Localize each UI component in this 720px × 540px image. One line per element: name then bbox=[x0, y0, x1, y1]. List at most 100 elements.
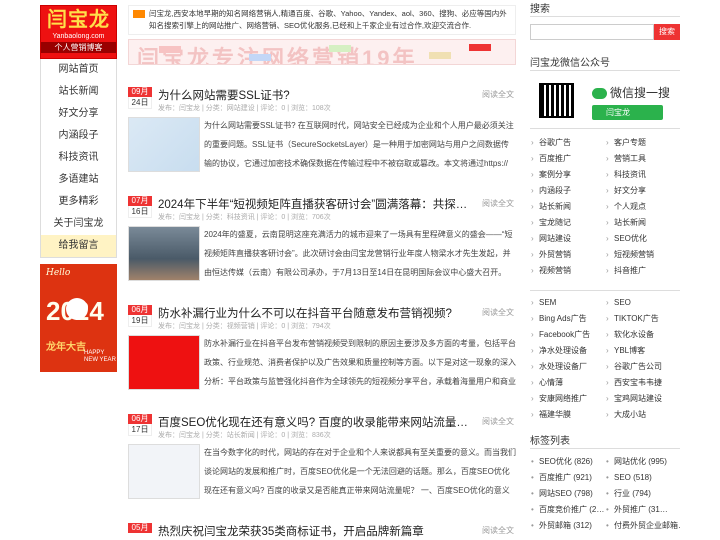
read-more-link[interactable]: 阅读全文 bbox=[482, 89, 514, 100]
article-title[interactable]: 2024年下半年“短视频矩阵直播获客研讨会”圆满落幕：共探互联网… bbox=[158, 196, 468, 212]
category-link[interactable]: 网站建设 bbox=[530, 231, 605, 247]
tag-link[interactable]: SEO (518) bbox=[605, 470, 680, 486]
friend-link[interactable]: 安康网络推广 bbox=[530, 391, 605, 407]
article-meta: 发布：闫宝龙 | 分类：网站建设 | 评论：0 | 浏览：108次 bbox=[158, 105, 331, 112]
wechat-search-text: 微信搜一搜 bbox=[610, 86, 671, 100]
friend-link[interactable]: TIKTOK广告 bbox=[605, 311, 680, 327]
article-meta: 发布：闫宝龙 | 分类：科技资讯 | 评论：0 | 浏览：706次 bbox=[158, 214, 331, 221]
nav-item-more[interactable]: 更多精彩 bbox=[41, 191, 116, 213]
search-button[interactable]: 搜索 bbox=[654, 24, 680, 40]
banner-tag-icon bbox=[429, 52, 451, 59]
announcement-icon bbox=[133, 10, 145, 18]
friend-link[interactable]: 谷歌广告公司 bbox=[605, 359, 680, 375]
category-link[interactable]: 科技资讯 bbox=[605, 167, 680, 183]
new-year-promo[interactable]: Hello 2024 龙年大吉 HAPPY NEW YEAR bbox=[40, 264, 117, 372]
friend-link[interactable]: 宝鸡网站建设 bbox=[605, 391, 680, 407]
friend-link[interactable]: 心情薄 bbox=[530, 375, 605, 391]
category-link[interactable]: 谷歌广告 bbox=[530, 135, 605, 151]
category-link[interactable]: 站长新闻 bbox=[530, 199, 605, 215]
read-more-link[interactable]: 阅读全文 bbox=[482, 307, 514, 318]
friend-link[interactable]: 大成小站 bbox=[605, 407, 680, 423]
friend-link[interactable]: 福建华膜 bbox=[530, 407, 605, 423]
article-title[interactable]: 为什么网站需要SSL证书? bbox=[158, 87, 468, 103]
article-excerpt: 为什么网站需要SSL证书? 在互联网时代，网站安全已经成为企业和个人用户最必须关… bbox=[204, 121, 514, 168]
article-thumbnail[interactable] bbox=[128, 117, 200, 172]
article-date: 07月 16日 bbox=[128, 196, 152, 218]
article-day: 19日 bbox=[128, 315, 152, 327]
left-sidebar: 闫宝龙 Yanbaolong.com 个人营销博客 网站首页 站长新闻 好文分享… bbox=[40, 5, 117, 372]
article-thumbnail[interactable] bbox=[128, 226, 200, 281]
tag-link[interactable]: 百度竞价推广 (2… bbox=[530, 502, 605, 518]
search-input[interactable] bbox=[530, 24, 654, 40]
category-link[interactable]: 短视频营销 bbox=[605, 247, 680, 263]
nav-item-news[interactable]: 站长新闻 bbox=[41, 81, 116, 103]
article-title[interactable]: 防水补漏行业为什么不可以在抖音平台随意发布营销视频? bbox=[158, 305, 468, 321]
category-link[interactable]: 案例分享 bbox=[530, 167, 605, 183]
nav-item-message[interactable]: 给我留言 bbox=[41, 235, 116, 257]
category-link[interactable]: 好文分享 bbox=[605, 183, 680, 199]
tag-link[interactable]: 网站SEO (798) bbox=[530, 486, 605, 502]
category-link[interactable]: 百度推广 bbox=[530, 151, 605, 167]
article-month: 05月 bbox=[128, 523, 152, 533]
friend-link[interactable]: 软化水设备 bbox=[605, 327, 680, 343]
wechat-icon bbox=[592, 88, 607, 100]
banner-tag-icon bbox=[159, 46, 181, 53]
article-meta: 发布：闫宝龙 | 分类：站长新闻 | 评论：0 | 浏览：836次 bbox=[158, 432, 331, 439]
search-heading: 搜索 bbox=[530, 0, 680, 17]
tag-link[interactable]: 百度推广 (921) bbox=[530, 470, 605, 486]
read-more-link[interactable]: 阅读全文 bbox=[482, 198, 514, 209]
category-link[interactable]: 内涵段子 bbox=[530, 183, 605, 199]
friend-link[interactable]: SEM bbox=[530, 295, 605, 311]
article-thumbnail[interactable] bbox=[128, 444, 200, 499]
tag-link[interactable]: 外贸邮箱 (312) bbox=[530, 518, 605, 534]
friend-link[interactable]: 净水处理设备 bbox=[530, 343, 605, 359]
tag-link[interactable]: SEO优化 (826) bbox=[530, 454, 605, 470]
article-day: 16日 bbox=[128, 206, 152, 218]
category-link[interactable]: 宝龙随记 bbox=[530, 215, 605, 231]
article-title[interactable]: 热烈庆祝闫宝龙荣获35类商标证书，开启品牌新篇章 bbox=[158, 523, 468, 539]
category-link[interactable]: SEO优化 bbox=[605, 231, 680, 247]
wechat-section: 闫宝龙微信公众号 微信搜一搜 闫宝龙 bbox=[530, 54, 680, 134]
nav-item-tech[interactable]: 科技资讯 bbox=[41, 147, 116, 169]
tag-link[interactable]: 付费外贸企业邮箱… bbox=[605, 518, 680, 534]
logo-sub-text: 个人营销博客 bbox=[41, 42, 116, 53]
banner-tag-icon bbox=[329, 45, 351, 52]
marketing-banner[interactable]: 闫宝龙专注网络营销19年 bbox=[128, 39, 516, 65]
article-thumbnail[interactable] bbox=[128, 335, 200, 390]
nav-item-multilang[interactable]: 多语建站 bbox=[41, 169, 116, 191]
search-form: 搜索 bbox=[530, 24, 680, 40]
banner-text: 闫宝龙专注网络营销19年 bbox=[137, 46, 418, 65]
category-link[interactable]: 客户专题 bbox=[605, 135, 680, 151]
category-link[interactable]: 视频营销 bbox=[530, 263, 605, 279]
tag-link[interactable]: 行业 (794) bbox=[605, 486, 680, 502]
article-item: 07月 16日 2024年下半年“短视频矩阵直播获客研讨会”圆满落幕：共探互联网… bbox=[128, 196, 516, 296]
category-link[interactable]: 站长新闻 bbox=[605, 215, 680, 231]
tag-link[interactable]: 网站优化 (995) bbox=[605, 454, 680, 470]
category-link[interactable]: 外贸营销 bbox=[530, 247, 605, 263]
category-link[interactable]: 抖音推广 bbox=[605, 263, 680, 279]
friend-link[interactable]: YBL博客 bbox=[605, 343, 680, 359]
wechat-search-button[interactable]: 闫宝龙 bbox=[592, 105, 663, 120]
divider bbox=[530, 290, 680, 291]
article-item: 06月 17日 百度SEO优化现在还有意义吗? 百度的收录能带来网站流量吗? 阅… bbox=[128, 414, 516, 514]
friend-link[interactable]: Facebook广告 bbox=[530, 327, 605, 343]
intro-text: 闫宝龙,西安本地早期的知名网络营销人,精通百度、谷歌、Yahoo、Yandex、… bbox=[149, 9, 507, 30]
nav-item-jokes[interactable]: 内涵段子 bbox=[41, 125, 116, 147]
friend-link[interactable]: 水处理设备厂 bbox=[530, 359, 605, 375]
friend-link[interactable]: 西安宝韦韦捷 bbox=[605, 375, 680, 391]
nav-item-share[interactable]: 好文分享 bbox=[41, 103, 116, 125]
nav-item-home[interactable]: 网站首页 bbox=[41, 59, 116, 81]
category-link[interactable]: 营销工具 bbox=[605, 151, 680, 167]
tag-list: SEO优化 (826) 网站优化 (995) 百度推广 (921) SEO (5… bbox=[530, 454, 680, 534]
nav-item-about[interactable]: 关于闫宝龙 bbox=[41, 213, 116, 235]
friend-link[interactable]: Bing Ads广告 bbox=[530, 311, 605, 327]
category-link[interactable]: 个人观点 bbox=[605, 199, 680, 215]
read-more-link[interactable]: 阅读全文 bbox=[482, 416, 514, 427]
site-logo[interactable]: 闫宝龙 Yanbaolong.com 个人营销博客 bbox=[40, 5, 117, 59]
article-excerpt: 防水补漏行业在抖音平台发布营销视频受到限制的原因主要涉及多方面的考量，包括平台政… bbox=[204, 339, 516, 386]
tag-link[interactable]: 外贸推广 (31… bbox=[605, 502, 680, 518]
article-title[interactable]: 百度SEO优化现在还有意义吗? 百度的收录能带来网站流量吗? bbox=[158, 414, 468, 430]
tags-heading: 标签列表 bbox=[530, 432, 680, 449]
read-more-link[interactable]: 阅读全文 bbox=[482, 525, 514, 536]
friend-link[interactable]: SEO bbox=[605, 295, 680, 311]
